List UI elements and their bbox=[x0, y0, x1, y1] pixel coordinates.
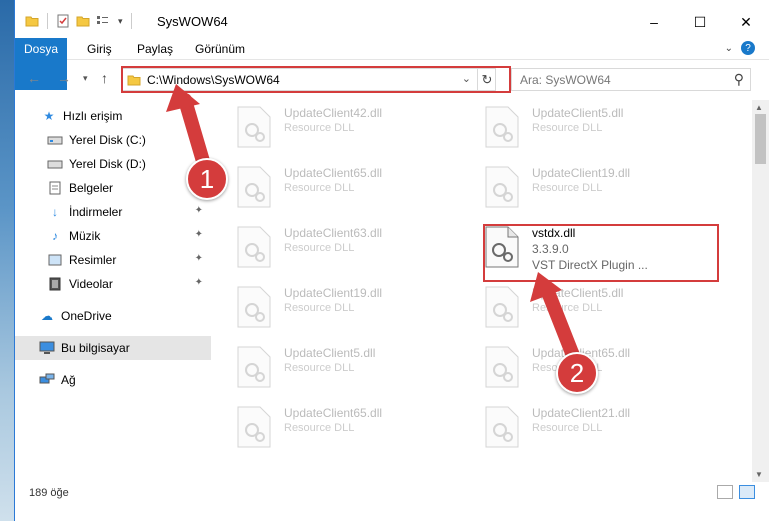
arrow-2 bbox=[530, 272, 581, 365]
step-2-badge: 2 bbox=[556, 352, 598, 394]
arrow-1 bbox=[166, 84, 212, 175]
step-1-badge: 1 bbox=[186, 158, 228, 200]
annotation-arrows bbox=[166, 84, 581, 365]
